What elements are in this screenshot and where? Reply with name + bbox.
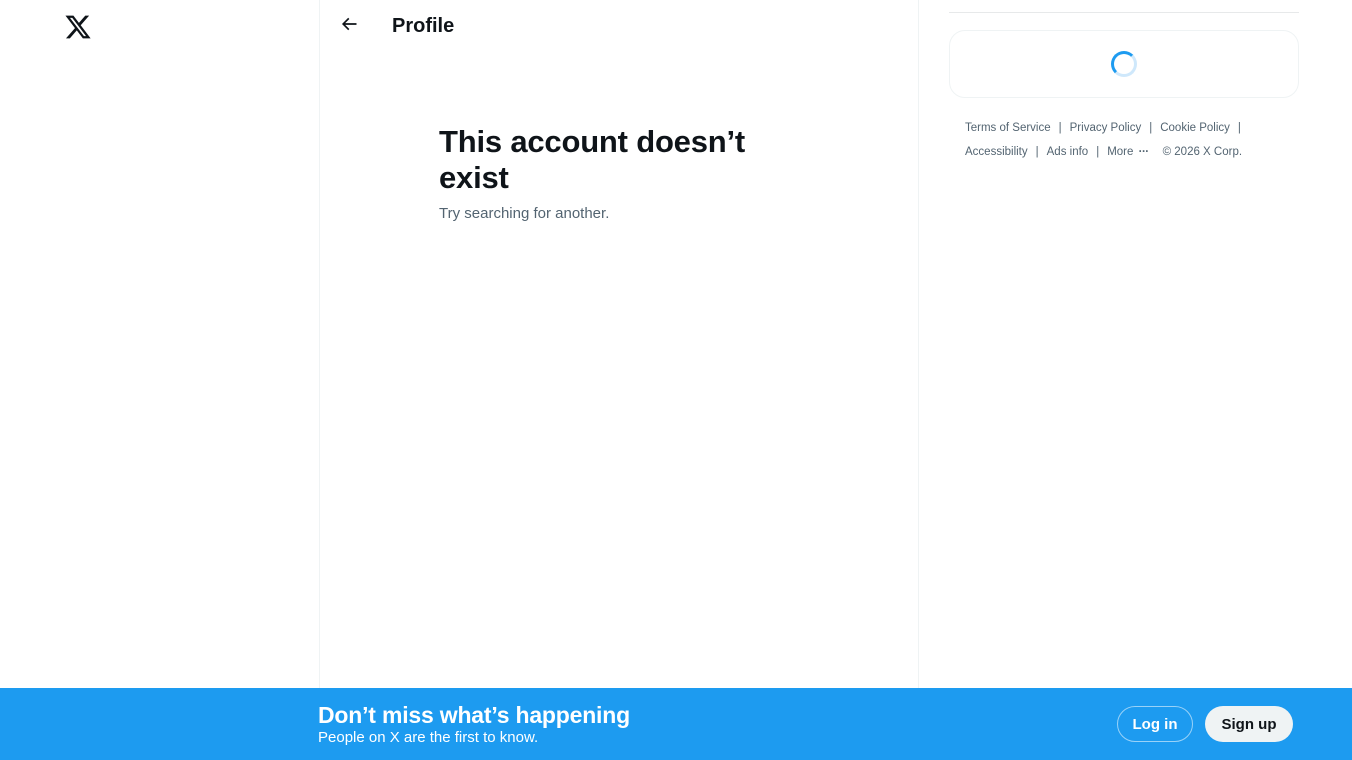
page-title: Profile (392, 15, 455, 37)
cookie-policy-link[interactable]: Cookie Policy (1160, 116, 1230, 140)
spinner-icon (1111, 51, 1137, 77)
ellipsis-icon: ··· (1138, 146, 1150, 158)
footer-links: Terms of Service | Privacy Policy | Cook… (965, 116, 1285, 164)
accessibility-link[interactable]: Accessibility (965, 140, 1028, 164)
more-label: More (1107, 146, 1134, 158)
footer-row: Terms of Service | Privacy Policy | Cook… (965, 116, 1285, 140)
copyright: © 2026 X Corp. (1162, 146, 1243, 158)
empty-state-subtitle: Try searching for another. (439, 205, 610, 222)
footer-separator: | (1237, 122, 1241, 134)
divider (949, 12, 1299, 13)
signup-banner: Don’t miss what’s happening People on X … (0, 688, 1352, 760)
arrow-left-icon (339, 14, 359, 39)
signup-button[interactable]: Sign up (1205, 706, 1293, 742)
main-column: Profile This account doesn’t exist Try s… (319, 0, 919, 760)
footer-separator: | (1058, 122, 1062, 134)
empty-state-title: This account doesn’t exist (439, 124, 746, 195)
more-button[interactable]: More ··· (1107, 140, 1150, 164)
footer-separator: | (1035, 146, 1039, 158)
right-sidebar: Terms of Service | Privacy Policy | Cook… (949, 0, 1299, 760)
loading-card (949, 30, 1299, 98)
x-logo-icon[interactable] (64, 13, 92, 41)
footer-separator: | (1149, 122, 1153, 134)
back-button[interactable] (332, 9, 366, 43)
privacy-policy-link[interactable]: Privacy Policy (1070, 116, 1142, 140)
empty-state: This account doesn’t exist Try searching… (439, 124, 779, 224)
banner-title: Don’t miss what’s happening (318, 702, 630, 728)
profile-header: Profile (320, 0, 918, 53)
footer-separator: | (1096, 146, 1100, 158)
footer-row: Accessibility | Ads info | More ··· © 20… (965, 140, 1285, 164)
terms-of-service-link[interactable]: Terms of Service (965, 116, 1051, 140)
banner-subtitle: People on X are the first to know. (318, 729, 539, 746)
ads-info-link[interactable]: Ads info (1047, 140, 1089, 164)
login-button[interactable]: Log in (1117, 706, 1193, 742)
left-sidebar (0, 0, 320, 760)
